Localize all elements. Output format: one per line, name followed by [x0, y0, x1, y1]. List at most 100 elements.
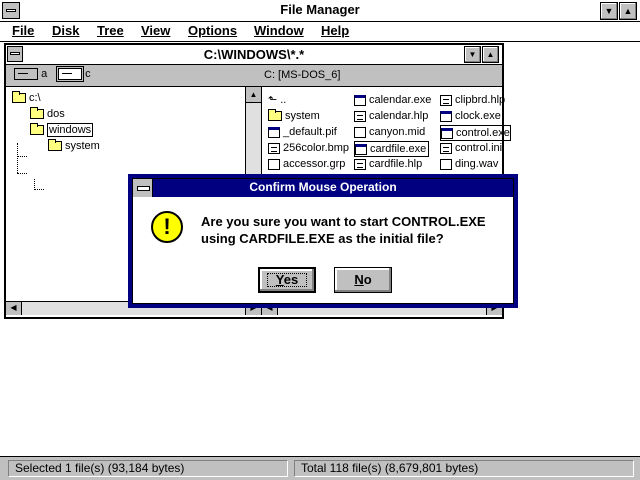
- program-file-icon: [355, 143, 367, 155]
- program-file-icon: [440, 110, 452, 122]
- dialog-message: Are you sure you want to start CONTROL.E…: [201, 213, 486, 247]
- document-file-icon: [440, 142, 452, 154]
- yes-button[interactable]: Yes: [258, 267, 316, 293]
- floppy-drive-icon: [14, 68, 38, 81]
- confirm-dialog-body: Confirm Mouse Operation ! Are you sure y…: [132, 178, 514, 304]
- file-icon: [268, 158, 280, 170]
- file-item[interactable]: clock.exe: [440, 109, 501, 123]
- file-item-selected[interactable]: cardfile.exe: [354, 141, 430, 157]
- file-item[interactable]: system: [268, 109, 320, 123]
- menu-file[interactable]: File: [12, 23, 34, 38]
- up-arrow-icon: ⬑: [268, 94, 278, 106]
- menu-view[interactable]: View: [141, 23, 170, 38]
- program-file-icon: [268, 126, 280, 138]
- status-bar: Selected 1 file(s) (93,184 bytes) Total …: [0, 456, 640, 480]
- tree-item-label: system: [65, 140, 100, 152]
- tree-item-label: dos: [47, 108, 65, 120]
- directory-path: C:\WINDOWS\*.*: [203, 47, 305, 62]
- file-name: clipbrd.hlp: [455, 94, 506, 106]
- volume-label: C: [MS-DOS_6]: [264, 69, 341, 81]
- tree-item-system[interactable]: system: [48, 139, 100, 152]
- file-name: control.ini: [455, 142, 503, 154]
- scroll-left-arrow-icon[interactable]: ◀: [6, 302, 22, 315]
- folder-open-icon: [12, 91, 26, 104]
- confirm-dialog: Confirm Mouse Operation ! Are you sure y…: [128, 174, 518, 308]
- tree-item-root[interactable]: c:\: [12, 91, 41, 104]
- drive-a-label: a: [41, 68, 48, 80]
- dialog-titlebar: Confirm Mouse Operation: [133, 179, 513, 197]
- child-maximize-button[interactable]: ▲: [482, 46, 499, 63]
- tree-connector: [17, 173, 27, 174]
- file-name: calendar.hlp: [369, 110, 429, 122]
- menu-view-label: View: [141, 23, 171, 38]
- tree-connector: [17, 143, 18, 173]
- tree-connector: [17, 156, 27, 157]
- hard-drive-icon: [56, 66, 84, 83]
- file-item[interactable]: ding.wav: [440, 157, 498, 171]
- file-name: cardfile.hlp: [369, 158, 423, 170]
- file-name: _default.pif: [283, 126, 337, 138]
- menu-tree[interactable]: Tree: [97, 23, 124, 38]
- drive-bar: a c C: [MS-DOS_6]: [6, 65, 502, 87]
- menu-bar: File Disk Tree View Options Window Help: [0, 22, 640, 42]
- dialog-title: Confirm Mouse Operation: [249, 180, 397, 194]
- file-item-target[interactable]: control.exe: [440, 125, 511, 141]
- status-total: Total 118 file(s) (8,679,801 bytes): [294, 460, 634, 477]
- dialog-message-line-2: using CARDFILE.EXE as the initial file?: [201, 231, 444, 246]
- file-item[interactable]: ⬑..: [268, 93, 286, 107]
- tree-item-label: c:\: [29, 92, 41, 104]
- file-icon: [440, 158, 452, 170]
- folder-open-icon: [30, 123, 44, 136]
- exclamation-glyph: !: [163, 214, 171, 239]
- minimize-button[interactable]: ▼: [600, 2, 618, 20]
- file-item[interactable]: canyon.mid: [354, 125, 425, 139]
- directory-window-titlebar: C:\WINDOWS\*.* ▼ ▲: [6, 45, 502, 65]
- file-item[interactable]: control.ini: [440, 141, 502, 155]
- menu-help[interactable]: Help: [321, 23, 349, 38]
- menu-file-label: File: [12, 23, 35, 38]
- tree-item-dos[interactable]: dos: [30, 107, 65, 120]
- file-item[interactable]: clipbrd.hlp: [440, 93, 505, 107]
- file-icon: [354, 126, 366, 138]
- menu-disk[interactable]: Disk: [52, 23, 79, 38]
- child-minimize-button[interactable]: ▼: [464, 46, 481, 63]
- file-item[interactable]: calendar.hlp: [354, 109, 428, 123]
- scroll-up-arrow-icon[interactable]: ▲: [246, 87, 261, 103]
- file-name: calendar.exe: [369, 94, 432, 106]
- drive-c[interactable]: c: [56, 66, 91, 83]
- file-name: cardfile.exe: [370, 143, 427, 155]
- no-button-label: No: [354, 272, 371, 287]
- no-button[interactable]: No: [334, 267, 392, 293]
- menu-window-label: Window: [254, 23, 304, 38]
- menu-window[interactable]: Window: [254, 23, 304, 38]
- status-selected: Selected 1 file(s) (93,184 bytes): [8, 460, 288, 477]
- menu-disk-label: Disk: [52, 23, 80, 38]
- file-item[interactable]: _default.pif: [268, 125, 337, 139]
- dialog-message-line-1: Are you sure you want to start CONTROL.E…: [201, 214, 486, 229]
- drive-a[interactable]: a: [14, 68, 47, 83]
- maximize-button[interactable]: ▲: [619, 2, 637, 20]
- folder-icon: [30, 107, 44, 120]
- menu-tree-label: Tree: [97, 23, 124, 38]
- exclamation-icon: !: [151, 211, 183, 243]
- file-item[interactable]: 256color.bmp: [268, 141, 349, 155]
- file-name: ding.wav: [455, 158, 499, 170]
- file-item[interactable]: cardfile.hlp: [354, 157, 422, 171]
- document-file-icon: [268, 142, 280, 154]
- file-name: accessor.grp: [283, 158, 346, 170]
- file-name: system: [285, 110, 320, 122]
- file-item[interactable]: calendar.exe: [354, 93, 431, 107]
- program-file-icon: [441, 127, 453, 139]
- folder-icon: [48, 139, 62, 152]
- tree-connector: [34, 189, 44, 190]
- program-file-icon: [354, 94, 366, 106]
- menu-options[interactable]: Options: [188, 23, 237, 38]
- tree-item-windows[interactable]: windows: [30, 123, 94, 137]
- file-name: ..: [280, 94, 287, 106]
- file-name: 256color.bmp: [283, 142, 350, 154]
- app-titlebar: File Manager ▼ ▲: [0, 0, 640, 22]
- focus-rectangle: [267, 273, 307, 287]
- app-title: File Manager: [280, 2, 360, 17]
- file-item[interactable]: accessor.grp: [268, 157, 345, 171]
- no-mnemonic: N: [354, 272, 364, 287]
